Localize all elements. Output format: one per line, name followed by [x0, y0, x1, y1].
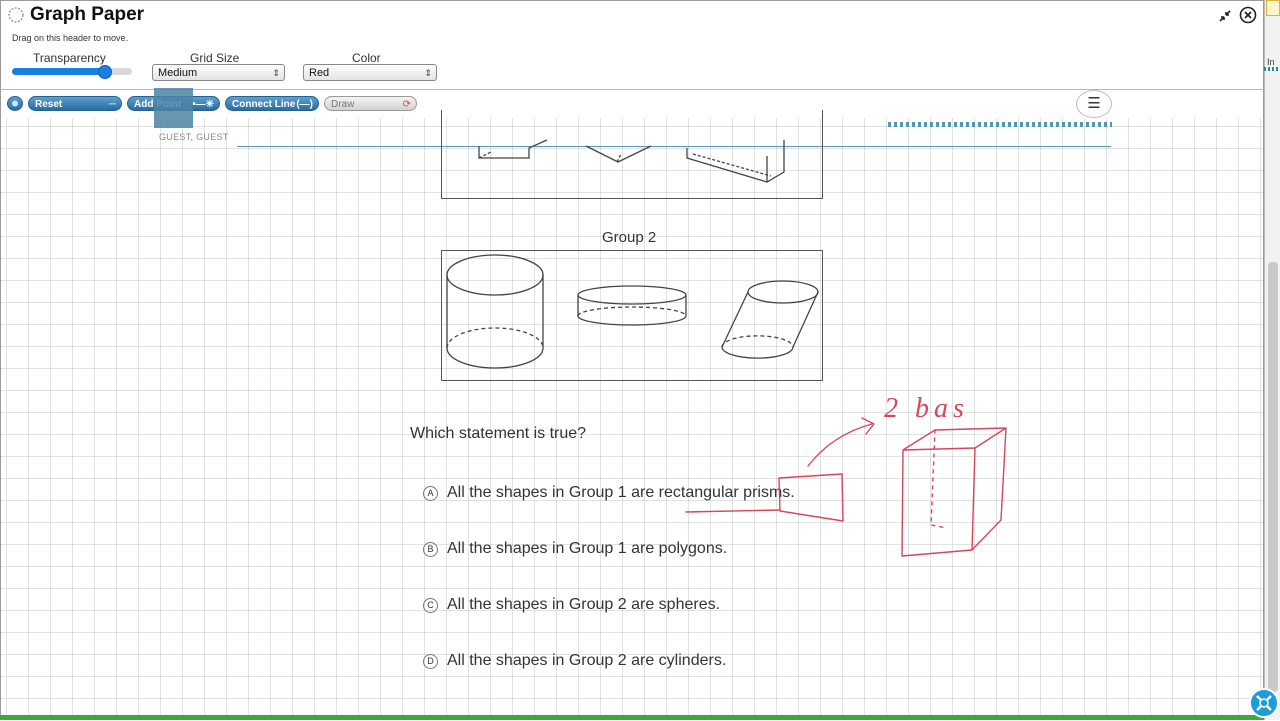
ink-arrow: [807, 423, 873, 467]
crosshair-icon: [1256, 695, 1272, 711]
ink-prism: [901, 427, 1007, 557]
ink-box: [778, 473, 844, 522]
ink-underline: [685, 509, 781, 513]
expand-tools-button[interactable]: [1249, 688, 1279, 718]
scrollbar-thumb[interactable]: [1268, 262, 1278, 692]
background-app-tab: [1266, 0, 1280, 16]
handwritten-note: 2 bas: [884, 393, 969, 424]
ink-prism-hidden: [930, 429, 948, 529]
background-app-text: In: [1267, 57, 1275, 67]
ink-annotation-layer: 2 bas: [685, 393, 1007, 557]
background-app-dots: [1264, 67, 1280, 71]
bottom-status-bar: [0, 715, 1264, 720]
